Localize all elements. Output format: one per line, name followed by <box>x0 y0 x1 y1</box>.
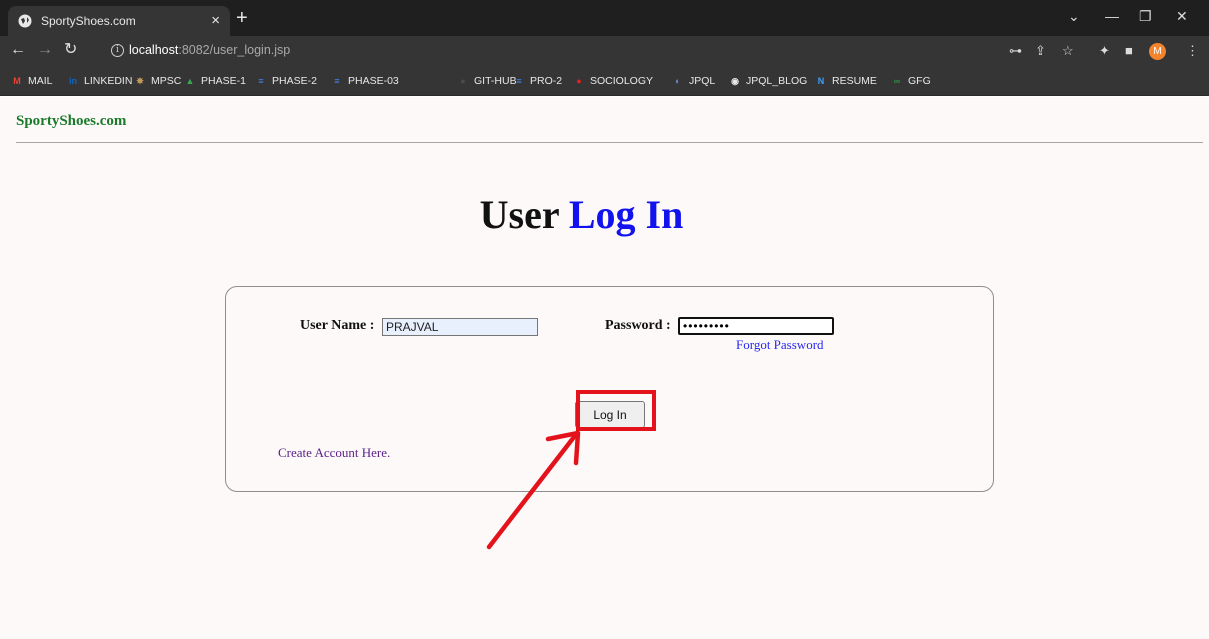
restore-icon[interactable]: ❐ <box>1139 8 1152 25</box>
menu-icon[interactable]: ⋮ <box>1186 44 1199 58</box>
header-divider <box>16 142 1203 143</box>
bookmark-label: PHASE-03 <box>348 75 399 87</box>
bookmark-item[interactable]: ≡ PRO-2 <box>513 75 562 87</box>
forward-icon[interactable]: → <box>37 42 53 58</box>
key-icon[interactable]: ⊶ <box>1009 44 1022 58</box>
page-content: SportyShoes.com User Log In User Name : … <box>0 97 1209 639</box>
bookmark-label: MAIL <box>28 75 53 87</box>
window-close-icon[interactable]: ✕ <box>1176 8 1188 25</box>
emblem-icon: ✵ <box>136 75 144 86</box>
tab-search-icon[interactable]: ⌄ <box>1068 8 1080 25</box>
bookmark-item[interactable]: M MAIL <box>11 75 53 87</box>
bookmark-item[interactable]: ● SOCIOLOGY <box>573 75 653 87</box>
password-input[interactable] <box>678 317 834 335</box>
back-icon[interactable]: ← <box>10 42 26 58</box>
bookmark-label: JPQL_BLOG <box>746 75 808 87</box>
bookmark-item[interactable]: ◐ JPQL <box>672 75 715 87</box>
bookmark-label: PHASE-2 <box>272 75 317 87</box>
create-account-link[interactable]: Create Account Here. <box>278 445 390 461</box>
login-form: User Name : Password : Forgot Password L… <box>225 286 994 492</box>
bookmark-item[interactable]: ◉ JPQL_BLOG <box>729 75 807 87</box>
title-user: User <box>479 192 559 237</box>
bookmarks-bar: M MAIL in LINKEDIN ✵ MPSC ▲ PHASE-1 ≡ PHASE-2 ≡ PHA… <box>0 66 1209 96</box>
bookmark-item[interactable]: ≡ PHASE-03 <box>331 75 399 87</box>
bookmark-label: MPSC <box>151 75 182 87</box>
bookmark-item[interactable]: ≡ PHASE-2 <box>255 75 317 87</box>
bookmark-label: PRO-2 <box>530 75 563 87</box>
close-tab-icon[interactable]: × <box>211 13 220 28</box>
minimize-icon[interactable]: — <box>1105 8 1119 24</box>
bookmark-item[interactable]: ✵ MPSC <box>134 75 181 87</box>
new-tab-icon[interactable]: + <box>236 8 248 28</box>
share-icon[interactable]: ⇪ <box>1035 44 1046 58</box>
bookmark-item[interactable]: ▲ PHASE-1 <box>184 75 246 87</box>
bookmark-item[interactable]: N RESUME <box>815 75 877 87</box>
password-label: Password : <box>605 318 671 333</box>
url-text: localhost:8082/user_login.jsp <box>129 43 291 57</box>
docs-icon: ≡ <box>516 76 522 86</box>
drive-icon: ▲ <box>185 76 195 86</box>
jpql-icon: ◐ <box>675 76 681 86</box>
github-icon: ● <box>460 76 466 86</box>
tab-title: SportyShoes.com <box>41 14 136 28</box>
profile-avatar[interactable]: M <box>1149 43 1166 60</box>
username-input[interactable] <box>382 318 538 336</box>
globe-icon: ◉ <box>731 75 739 86</box>
bookmark-label: GFG <box>908 75 931 87</box>
globe-icon <box>18 14 32 28</box>
reload-icon[interactable]: ↻ <box>64 42 77 58</box>
side-panel-icon[interactable]: ■ <box>1125 44 1133 58</box>
tab-strip: SportyShoes.com × + ⌄ — ❐ ✕ <box>0 0 1209 36</box>
login-button[interactable]: Log In <box>575 401 645 428</box>
username-label: User Name : <box>300 318 375 333</box>
linkedin-icon: in <box>69 76 77 86</box>
bookmark-item[interactable]: ● GIT-HUB <box>457 75 517 87</box>
title-login: Log In <box>568 192 684 237</box>
bookmark-item[interactable]: in LINKEDIN <box>67 75 132 87</box>
extensions-icon[interactable]: ✦ <box>1099 44 1110 58</box>
docs-icon: ≡ <box>334 76 340 86</box>
bookmark-star-icon[interactable]: ☆ <box>1062 44 1074 58</box>
bookmark-label: LINKEDIN <box>84 75 133 87</box>
bookmark-label: SOCIOLOGY <box>590 75 654 87</box>
resume-icon: N <box>817 76 825 86</box>
gfg-icon: ∞ <box>893 76 901 86</box>
site-brand[interactable]: SportyShoes.com <box>16 113 126 130</box>
info-icon[interactable]: i <box>111 44 124 57</box>
browser-toolbar: ← → ↻ i localhost:8082/user_login.jsp ⊶ … <box>0 36 1209 66</box>
forgot-password-link[interactable]: Forgot Password <box>736 337 824 353</box>
bookmark-label: JPQL <box>689 75 716 87</box>
bookmark-label: PHASE-1 <box>201 75 246 87</box>
page-title: User Log In <box>0 191 1163 238</box>
sociology-icon: ● <box>576 76 582 86</box>
bookmark-item[interactable]: ∞ GFG <box>891 75 931 87</box>
bookmark-label: RESUME <box>832 75 877 87</box>
docs-icon: ≡ <box>258 76 264 86</box>
gmail-icon: M <box>13 76 21 86</box>
browser-tab[interactable]: SportyShoes.com × <box>8 6 230 36</box>
bookmark-label: GIT-HUB <box>474 75 517 87</box>
